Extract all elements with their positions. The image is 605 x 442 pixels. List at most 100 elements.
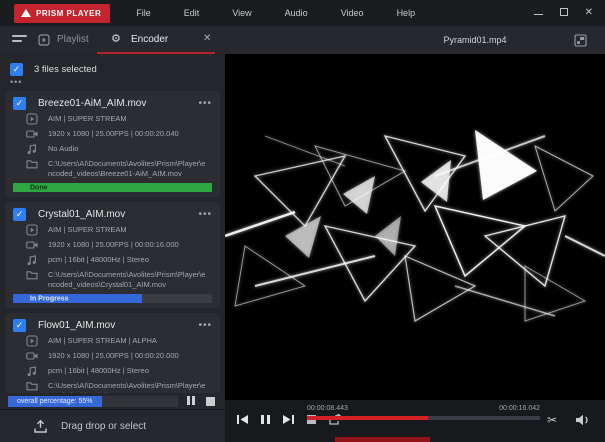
file-path: C:\Users\AI\Documents\Avolites\Prism\Pla…	[48, 158, 206, 178]
tab-encoder[interactable]: Encoder	[131, 34, 168, 45]
audio-info: pcm | 16bit | 48000Hz | Stereo	[48, 365, 149, 376]
path-row: C:\Users\AI\Documents\Avolites\Prism\Pla…	[13, 269, 212, 289]
codec-icon	[26, 335, 38, 347]
video-info-row: 1920 x 1080 | 25.00FPS | 00:00:20.040	[13, 128, 212, 140]
stop-encode-button[interactable]	[206, 397, 215, 406]
video-preview	[225, 54, 605, 400]
trim-scissors-icon[interactable]: ✂	[547, 413, 557, 427]
app-name: PRISM PLAYER	[36, 9, 101, 18]
video-info-row: 1920 x 1080 | 25.00FPS | 00:00:20.000	[13, 350, 212, 362]
drop-zone-label: Drag drop or select	[61, 421, 146, 432]
selection-summary: 3 files selected	[34, 64, 97, 75]
skip-start-button[interactable]	[235, 412, 250, 426]
window-controls: ✕	[534, 8, 593, 19]
close-window-button[interactable]: ✕	[585, 8, 593, 18]
seekbar[interactable]	[307, 416, 540, 420]
app-logo: PRISM PLAYER	[14, 4, 110, 23]
menu-video[interactable]: Video	[341, 8, 364, 18]
menu-edit[interactable]: Edit	[184, 8, 200, 18]
file-status-track: Done	[13, 183, 212, 192]
file-checkbox[interactable]: ✓	[13, 319, 26, 332]
codec-icon	[26, 224, 38, 236]
seekbar-fill	[307, 416, 428, 420]
file-list: ✓ Breeze01-AiM_AIM.mov ••• AIM | SUPER S…	[0, 91, 225, 419]
file-name: Breeze01-AiM_AIM.mov	[38, 98, 146, 109]
total-time: 00:00:16.042	[499, 405, 540, 412]
volume-icon[interactable]	[575, 413, 591, 427]
audio-info-row: pcm | 16bit | 48000Hz | Stereo	[13, 365, 212, 377]
menu-bar: File Edit View Audio Video Help	[136, 8, 415, 18]
seek-area: 00:00:08.443 00:00:16.042	[307, 405, 540, 420]
more-options-icon[interactable]: •••	[0, 77, 225, 86]
audio-note-icon	[26, 365, 38, 377]
encoder-gear-icon: ⚙	[111, 32, 121, 45]
tab-bar: Playlist ⚙ Encoder ✕ Pyramid01.mp4	[0, 26, 605, 54]
prism-triangle-icon	[21, 9, 31, 17]
folder-icon	[26, 158, 38, 170]
file-status-label: In Progress	[30, 295, 69, 302]
selection-summary-row: ✓ 3 files selected	[0, 54, 225, 77]
title-bar: PRISM PLAYER FileEditViewAudioVideoHelp …	[0, 0, 605, 26]
audio-info: pcm | 16bit | 48000Hz | Stereo	[48, 254, 149, 265]
video-camera-icon	[26, 128, 38, 140]
overall-progress-fill: overall percentage: 55%	[8, 396, 102, 407]
menu-audio[interactable]: Audio	[285, 8, 308, 18]
tab-close-icon[interactable]: ✕	[203, 33, 211, 44]
video-info: 1920 x 1080 | 25.00FPS | 00:00:16.000	[48, 239, 179, 250]
audio-note-icon	[26, 254, 38, 266]
encoder-panel: ✓ 3 files selected ••• ✓ Breeze01-AiM_AI…	[0, 54, 225, 442]
file-card: ✓ Breeze01-AiM_AIM.mov ••• AIM | SUPER S…	[5, 91, 220, 197]
playlist-icon	[38, 34, 50, 46]
pip-detach-icon[interactable]	[574, 34, 587, 47]
codec-row: AIM | SUPER STREAM	[13, 224, 212, 236]
codec-row: AIM | SUPER STREAM	[13, 113, 212, 125]
select-all-checkbox[interactable]: ✓	[10, 63, 23, 76]
upload-icon	[33, 419, 48, 434]
video-camera-icon	[26, 350, 38, 362]
menu-icon[interactable]	[12, 35, 27, 45]
video-info-row: 1920 x 1080 | 25.00FPS | 00:00:16.000	[13, 239, 212, 251]
file-status-track: In Progress	[13, 294, 212, 303]
file-more-options-icon[interactable]: •••	[198, 98, 212, 109]
audio-info-row: pcm | 16bit | 48000Hz | Stereo	[13, 254, 212, 266]
codec-info: AIM | SUPER STREAM | ALPHA	[48, 335, 157, 346]
transport-bar: 00:00:08.443 00:00:16.042 ✂	[225, 400, 605, 442]
file-more-options-icon[interactable]: •••	[198, 320, 212, 331]
folder-icon	[26, 380, 38, 392]
file-card: ✓ Crystal01_AIM.mov ••• AIM | SUPER STRE…	[5, 202, 220, 308]
bottom-progress-strip	[335, 437, 430, 442]
menu-view[interactable]: View	[232, 8, 251, 18]
overall-progress-label: overall percentage: 55%	[17, 398, 93, 405]
pause-encode-button[interactable]	[187, 392, 197, 410]
video-camera-icon	[26, 239, 38, 251]
codec-icon	[26, 113, 38, 125]
menu-help[interactable]: Help	[397, 8, 416, 18]
codec-info: AIM | SUPER STREAM	[48, 113, 127, 124]
menu-file[interactable]: File	[136, 8, 151, 18]
codec-info: AIM | SUPER STREAM	[48, 224, 127, 235]
tab-playlist[interactable]: Playlist	[57, 34, 89, 45]
audio-note-icon	[26, 143, 38, 155]
skip-end-button[interactable]	[281, 412, 296, 426]
codec-row: AIM | SUPER STREAM | ALPHA	[13, 335, 212, 347]
file-more-options-icon[interactable]: •••	[198, 209, 212, 220]
video-info: 1920 x 1080 | 25.00FPS | 00:00:20.000	[48, 350, 179, 361]
maximize-button[interactable]	[560, 8, 568, 19]
drop-zone[interactable]: Drag drop or select	[0, 409, 225, 442]
current-time: 00:00:08.443	[307, 405, 348, 412]
overall-progress-row: overall percentage: 55%	[0, 393, 225, 409]
file-path: C:\Users\AI\Documents\Avolites\Prism\Pla…	[48, 269, 206, 289]
folder-icon	[26, 269, 38, 281]
pause-button[interactable]	[258, 412, 273, 426]
file-status-label: Done	[30, 184, 48, 191]
audio-info-row: No Audio	[13, 143, 212, 155]
file-checkbox[interactable]: ✓	[13, 97, 26, 110]
video-title: Pyramid01.mp4	[410, 35, 540, 45]
overall-progress-track: overall percentage: 55%	[8, 396, 178, 407]
audio-info: No Audio	[48, 143, 78, 154]
video-info: 1920 x 1080 | 25.00FPS | 00:00:20.040	[48, 128, 179, 139]
minimize-button[interactable]	[534, 8, 543, 18]
file-checkbox[interactable]: ✓	[13, 208, 26, 221]
video-frame-art	[225, 116, 605, 330]
path-row: C:\Users\AI\Documents\Avolites\Prism\Pla…	[13, 158, 212, 178]
